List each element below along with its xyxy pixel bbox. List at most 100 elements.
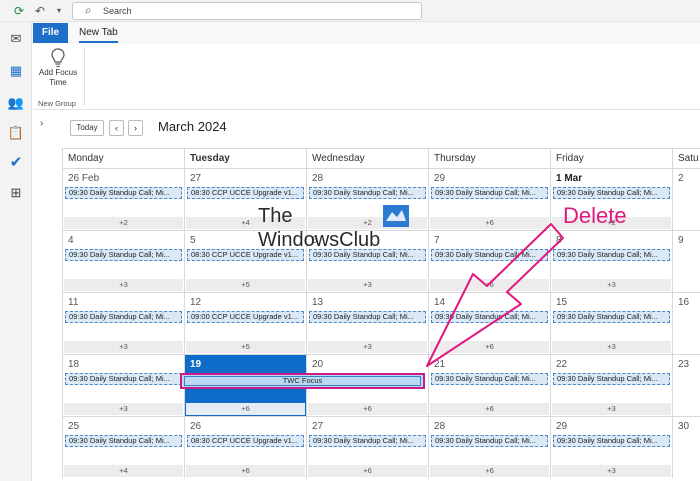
more-events-button[interactable]: +4 <box>64 465 183 477</box>
tab-file[interactable]: File <box>33 23 68 43</box>
calendar-icon[interactable]: ▦ <box>7 62 25 80</box>
search-placeholder: Search <box>103 6 132 16</box>
lightbulb-icon <box>51 48 65 68</box>
day-number: 28 <box>312 173 324 184</box>
previous-month-button[interactable]: ‹ <box>109 120 124 136</box>
navigation-rail: ✉ ▦ 👥 📋 ✔ ⊞ <box>0 22 32 481</box>
day-cell[interactable]: 2 <box>672 168 700 230</box>
day-cell[interactable]: 16 <box>672 292 700 354</box>
calendar-event[interactable]: 09:30 Daily Standup Call; Mi... <box>65 187 182 199</box>
tab-new-tab[interactable]: New Tab <box>79 27 118 43</box>
todo-check-icon[interactable]: ✔ <box>7 154 25 172</box>
day-number: 13 <box>312 297 324 308</box>
more-events-button[interactable]: +3 <box>552 465 671 477</box>
day-cell[interactable]: 25 09:30 Daily Standup Call; Mi... +4 <box>62 416 184 478</box>
calendar-event[interactable]: 08:30 CCP UCCE Upgrade v1... <box>187 435 304 447</box>
day-cell[interactable]: 30 <box>672 416 700 478</box>
calendar-event[interactable]: 09:30 Daily Standup Call; Mi... <box>65 311 182 323</box>
calendar-event[interactable]: 09:30 Daily Standup Call; Mi... <box>431 373 548 385</box>
day-cell[interactable]: 26 08:30 CCP UCCE Upgrade v1... +6 <box>184 416 306 478</box>
day-number: 16 <box>678 297 690 308</box>
more-events-button[interactable]: +6 <box>308 403 427 415</box>
more-events-button[interactable]: +3 <box>308 341 427 353</box>
apps-icon[interactable]: ⊞ <box>7 184 25 202</box>
day-number: 18 <box>68 359 80 370</box>
ribbon-body: Add Focus Time New Group <box>32 44 700 110</box>
day-cell[interactable]: 26 Feb 09:30 Daily Standup Call; Mi... +2 <box>62 168 184 230</box>
watermark-line1: The <box>258 205 293 227</box>
calendar-event[interactable]: 09:30 Daily Standup Call; Mi... <box>431 435 548 447</box>
undo-icon[interactable]: ↶ <box>33 4 47 18</box>
day-number: 27 <box>190 173 202 184</box>
calendar-event[interactable]: 08:30 CCP UCCE Upgrade v1... <box>187 187 304 199</box>
day-cell[interactable]: 28 09:30 Daily Standup Call; Mi... +6 <box>428 416 550 478</box>
ribbon-tabs: File New Tab <box>32 22 700 44</box>
group-label: New Group <box>38 99 76 108</box>
day-cell[interactable]: 4 09:30 Daily Standup Call; Mi... +3 <box>62 230 184 292</box>
tasks-icon[interactable]: 📋 <box>7 124 25 142</box>
quick-access-dropdown-icon[interactable]: ▾ <box>52 4 66 18</box>
more-events-button[interactable]: +3 <box>64 279 183 291</box>
calendar-event[interactable]: 09:30 Daily Standup Call; Mi... <box>309 435 426 447</box>
day-number: 1 Mar <box>556 173 583 184</box>
calendar-event[interactable]: 09:30 Daily Standup Call; Mi... <box>553 435 670 447</box>
add-focus-label-line1: Add Focus <box>38 68 78 77</box>
day-cell[interactable]: 11 09:30 Daily Standup Call; Mi... +3 <box>62 292 184 354</box>
day-cell[interactable]: 23 <box>672 354 700 416</box>
more-events-button[interactable]: +2 <box>64 217 183 229</box>
day-number: 29 <box>434 173 446 184</box>
more-events-button[interactable]: +3 <box>552 403 671 415</box>
mail-icon[interactable]: ✉ <box>7 30 25 48</box>
day-number: 23 <box>678 359 690 370</box>
more-events-button[interactable]: +6 <box>430 403 549 415</box>
day-number: 27 <box>312 421 324 432</box>
more-events-button[interactable]: +3 <box>308 279 427 291</box>
more-events-button[interactable]: +6 <box>186 403 305 415</box>
more-events-button[interactable]: +6 <box>430 465 549 477</box>
calendar-event[interactable]: 09:30 Daily Standup Call; Mi... <box>309 187 426 199</box>
more-events-button[interactable]: +5 <box>186 279 305 291</box>
day-number: 20 <box>312 359 324 370</box>
annotation-arrow-icon <box>426 223 564 367</box>
people-icon[interactable]: 👥 <box>7 94 25 112</box>
weekday-header: Thursday <box>428 149 550 168</box>
day-cell[interactable]: 13 09:30 Daily Standup Call; Mi... +3 <box>306 292 428 354</box>
watermark-line2: WindowsClub <box>258 229 381 251</box>
calendar-event[interactable]: 09:30 Daily Standup Call; Mi... <box>65 435 182 447</box>
day-cell[interactable]: 29 09:30 Daily Standup Call; Mi... +3 <box>550 416 672 478</box>
title-bar: ⟳ ↶ ▾ ⌕ Search <box>0 0 700 22</box>
more-events-button[interactable]: +6 <box>308 465 427 477</box>
day-number: 29 <box>556 421 568 432</box>
calendar-event[interactable]: 09:30 Daily Standup Call; Mi... <box>553 373 670 385</box>
next-month-button[interactable]: › <box>128 120 143 136</box>
day-cell[interactable]: 18 09:30 Daily Standup Call; Mi... +3 <box>62 354 184 416</box>
search-icon: ⌕ <box>85 3 92 17</box>
calendar-event[interactable]: 09:30 Daily Standup Call; Mi... <box>431 187 548 199</box>
more-events-button[interactable]: +5 <box>186 341 305 353</box>
search-input[interactable]: ⌕ Search <box>72 2 422 20</box>
more-events-button[interactable]: +6 <box>186 465 305 477</box>
twc-focus-event[interactable]: TWC Focus <box>180 373 425 389</box>
more-events-button[interactable]: +3 <box>64 341 183 353</box>
day-number: 12 <box>190 297 202 308</box>
today-button[interactable]: Today <box>70 120 104 136</box>
day-number: 9 <box>678 235 684 246</box>
day-cell[interactable]: 12 09:00 CCP UCCE Upgrade v1... +5 <box>184 292 306 354</box>
calendar-event[interactable]: 09:30 Daily Standup Call; Mi... <box>553 187 670 199</box>
windows-logo-icon <box>383 205 409 227</box>
day-number: 30 <box>678 421 690 432</box>
day-cell[interactable]: 9 <box>672 230 700 292</box>
calendar-event[interactable]: 09:30 Daily Standup Call; Mi... <box>65 373 182 385</box>
calendar-event[interactable]: 09:30 Daily Standup Call; Mi... <box>309 311 426 323</box>
expand-folder-pane-icon[interactable]: › <box>40 118 43 129</box>
weekday-header: Monday <box>62 149 184 168</box>
calendar-event[interactable]: 09:00 CCP UCCE Upgrade v1... <box>187 311 304 323</box>
add-focus-time-button[interactable]: Add Focus Time <box>36 48 80 98</box>
sync-icon[interactable]: ⟳ <box>12 4 26 18</box>
day-number: 2 <box>678 173 684 184</box>
more-events-button[interactable]: +3 <box>64 403 183 415</box>
day-cell[interactable]: 27 09:30 Daily Standup Call; Mi... +6 <box>306 416 428 478</box>
calendar-grid: Monday Tuesday Wednesday Thursday Friday Satu… <box>62 148 700 481</box>
calendar-header: Today ‹ › March 2024 <box>62 118 700 148</box>
calendar-event[interactable]: 09:30 Daily Standup Call; Mi... <box>65 249 182 261</box>
